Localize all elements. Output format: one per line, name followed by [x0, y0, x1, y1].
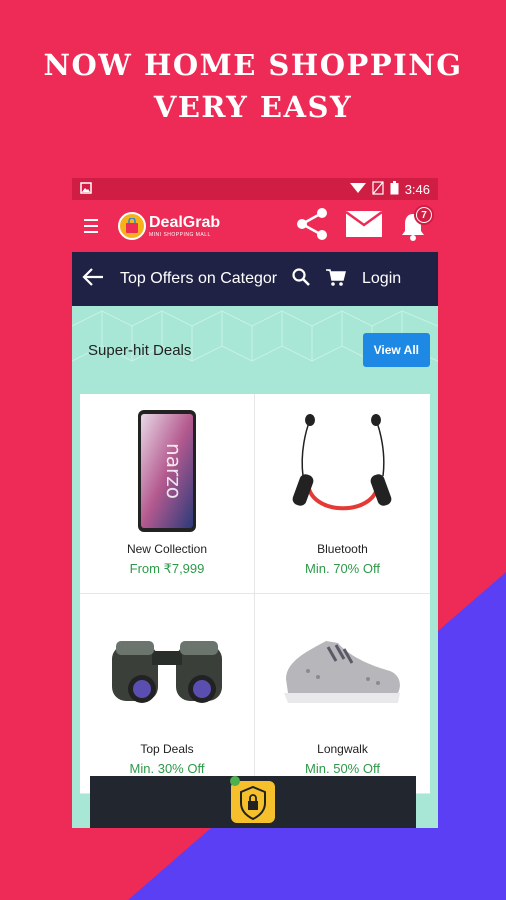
- sneaker-image: [255, 606, 430, 736]
- app-bar: DealGrab MINI SHOPPING MALL 7: [72, 200, 438, 252]
- headline-line-2: VERY EASY: [153, 90, 353, 124]
- status-bar: 3:46: [72, 178, 438, 200]
- product-card[interactable]: narzo New Collection From ₹7,999: [80, 394, 255, 594]
- product-card[interactable]: Top Deals Min. 30% Off: [80, 594, 255, 794]
- wifi-icon: [349, 181, 366, 197]
- back-arrow-icon[interactable]: [82, 267, 104, 291]
- bell-icon: [398, 214, 428, 245]
- logo-subtitle: MINI SHOPPING MALL: [149, 231, 211, 238]
- product-name: Longwalk: [317, 742, 368, 756]
- image-icon: [80, 181, 92, 197]
- section-title: Super-hit Deals: [88, 341, 192, 359]
- login-button[interactable]: Login: [362, 270, 401, 288]
- svg-text:narzo: narzo: [162, 443, 186, 499]
- binoculars-image: [80, 606, 254, 736]
- no-sim-icon: [372, 180, 384, 198]
- app-logo[interactable]: DealGrab MINI SHOPPING MALL: [118, 212, 220, 240]
- product-card[interactable]: Bluetooth Min. 70% Off: [255, 394, 430, 594]
- product-name: Bluetooth: [317, 542, 368, 556]
- headline-line-1: NOW HOME SHOPPING: [43, 48, 463, 82]
- bottom-ad-bar: [90, 775, 416, 829]
- neckband-earphones-image: [255, 406, 430, 536]
- notification-bell[interactable]: 7: [398, 205, 434, 241]
- mail-icon[interactable]: [345, 210, 383, 242]
- search-icon[interactable]: [292, 267, 310, 291]
- section-header: Super-hit Deals View All: [72, 306, 438, 394]
- shopping-bag-icon: [118, 212, 146, 240]
- product-card[interactable]: Longwalk Min. 50% Off: [255, 594, 430, 794]
- product-offer: From ₹7,999: [129, 561, 205, 576]
- nav-bar: Top Offers on Categor Login: [72, 252, 438, 306]
- promo-headline: NOW HOME SHOPPING VERY EASY: [0, 44, 506, 128]
- product-name: New Collection: [126, 542, 208, 556]
- notification-count: 7: [417, 208, 431, 222]
- product-offer: Min. 50% Off: [305, 761, 380, 776]
- view-all-button[interactable]: View All: [362, 333, 430, 367]
- menu-icon[interactable]: [82, 215, 104, 237]
- battery-icon: [390, 180, 399, 198]
- notification-badge: 7: [414, 205, 434, 225]
- smartphone-image: narzo: [80, 406, 254, 536]
- product-name: Top Deals: [140, 742, 194, 756]
- deals-section: Super-hit Deals View All narzo New Colle…: [72, 306, 438, 828]
- logo-title: DealGrab: [149, 213, 221, 231]
- status-time: 3:46: [404, 181, 430, 197]
- product-offer: Min. 70% Off: [305, 561, 380, 576]
- cart-icon[interactable]: [326, 268, 346, 291]
- page-title: Top Offers on Categor: [120, 270, 278, 287]
- share-icon[interactable]: [294, 207, 330, 246]
- product-grid: narzo New Collection From ₹7,999 Bluetoo…: [80, 394, 430, 794]
- shield-lock-icon[interactable]: [229, 775, 277, 829]
- product-offer: Min. 30% Off: [129, 761, 205, 776]
- phone-screen: 3:46 DealGrab MINI SHOPPING MALL 7 Top O…: [72, 178, 438, 828]
